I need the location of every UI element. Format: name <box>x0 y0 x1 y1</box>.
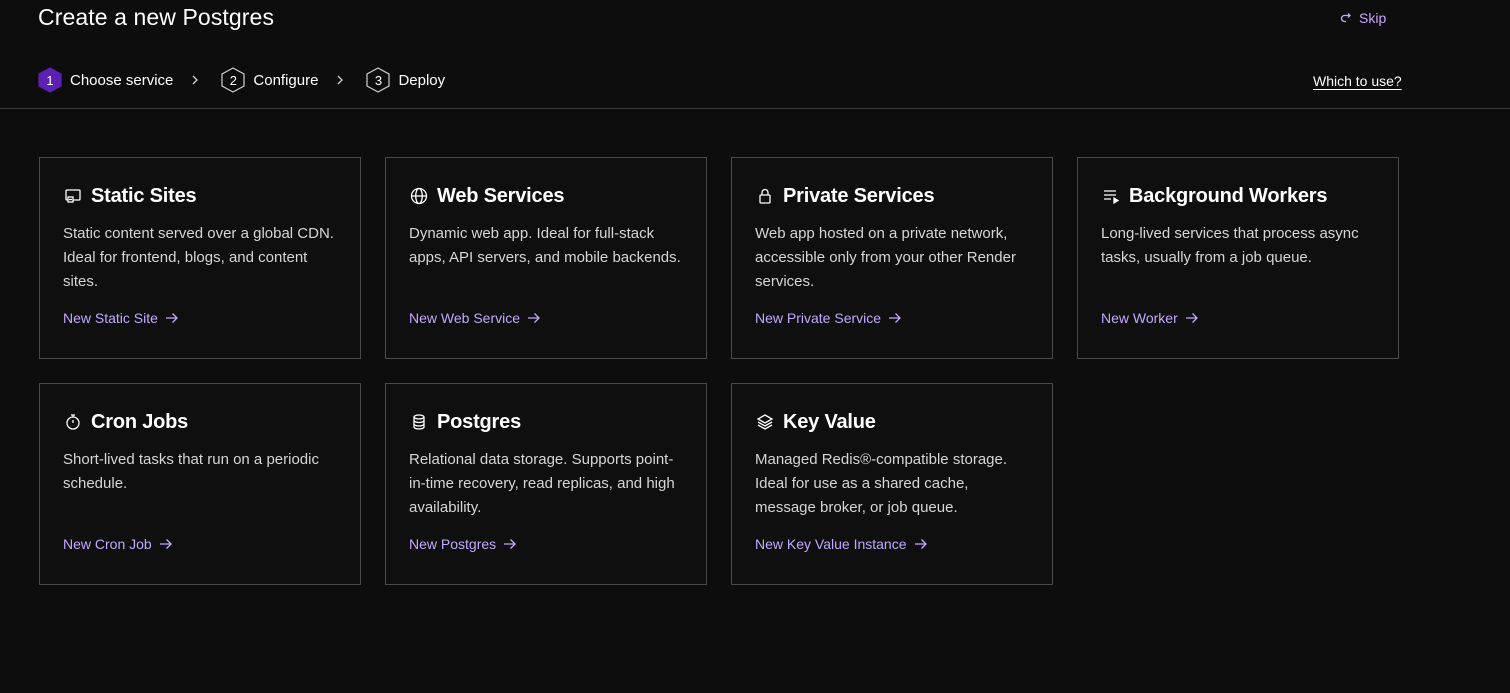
new-postgres-link[interactable]: New Postgres <box>409 536 517 552</box>
static-site-icon <box>65 189 81 203</box>
card-web-services: Web Services Dynamic web app. Ideal for … <box>385 157 707 359</box>
card-link-label: New Private Service <box>755 310 882 326</box>
arrow-right-icon <box>528 313 540 323</box>
card-title: Web Services <box>437 184 565 207</box>
step-choose-service[interactable]: 1 Choose service <box>38 67 173 93</box>
card-link-label: New Worker <box>1101 310 1178 326</box>
step-2-label: Configure <box>253 71 319 89</box>
chevron-right-icon <box>191 74 199 86</box>
arrow-right-icon <box>1185 313 1198 323</box>
card-description: Relational data storage. Supports point-… <box>409 451 675 516</box>
card-static-sites: Static Sites Static content served over … <box>39 157 361 359</box>
step-1-badge: 1 <box>38 67 62 93</box>
new-web-service-link[interactable]: New Web Service <box>409 310 541 326</box>
card-description: Dynamic web app. Ideal for full-stack ap… <box>409 225 681 266</box>
card-title: Private Services <box>783 184 935 207</box>
stopwatch-icon <box>66 414 80 430</box>
stepper: 1 Choose service 2 Configure 3 Deploy <box>38 67 445 93</box>
card-postgres: Postgres Relational data storage. Suppor… <box>385 383 707 585</box>
create-service-page: Create a new Postgres Skip 1 Choose serv… <box>0 0 1510 693</box>
step-3-number: 3 <box>374 72 383 88</box>
card-key-value: Key Value Managed Redis®-compatible stor… <box>731 383 1053 585</box>
arrow-right-icon <box>165 313 178 323</box>
globe-icon <box>410 187 428 205</box>
step-3-label: Deploy <box>398 71 446 89</box>
page-title: Create a new Postgres <box>38 4 275 30</box>
step-2-number: 2 <box>229 72 237 88</box>
new-private-service-link[interactable]: New Private Service <box>755 310 902 326</box>
arrow-right-icon <box>889 313 901 323</box>
card-link-label: New Postgres <box>409 536 497 552</box>
card-description: Web app hosted on a private network, acc… <box>755 225 1016 290</box>
arrow-right-icon <box>159 539 172 549</box>
card-title: Cron Jobs <box>91 410 189 433</box>
chevron-right-icon <box>336 74 344 86</box>
card-title: Static Sites <box>91 184 197 207</box>
new-worker-link[interactable]: New Worker <box>1101 310 1199 326</box>
worker-queue-icon <box>1104 190 1120 205</box>
card-title: Key Value <box>783 410 876 433</box>
card-link-label: New Web Service <box>409 310 521 326</box>
layers-icon <box>756 414 774 430</box>
card-private-services: Private Services Web app hosted on a pri… <box>731 157 1053 359</box>
card-cron-jobs: Cron Jobs Short-lived tasks that run on … <box>39 383 361 585</box>
step-deploy[interactable]: 3 Deploy <box>366 67 445 93</box>
card-background-workers: Background Workers Long-lived services t… <box>1077 157 1399 359</box>
card-link-label: New Key Value Instance <box>755 536 907 552</box>
card-title: Postgres <box>437 410 521 433</box>
step-2-badge: 2 <box>221 67 245 93</box>
card-description: Static content served over a global CDN.… <box>63 225 334 290</box>
card-description: Long-lived services that process async t… <box>1101 225 1359 266</box>
skip-button[interactable]: Skip <box>1339 10 1386 26</box>
arrow-right-icon <box>914 539 927 549</box>
lock-icon <box>759 188 771 204</box>
step-3-badge: 3 <box>366 67 391 93</box>
new-static-site-link[interactable]: New Static Site <box>63 310 179 326</box>
card-title: Background Workers <box>1129 184 1328 207</box>
card-link-label: New Cron Job <box>63 536 152 552</box>
card-description: Managed Redis®-compatible storage. Ideal… <box>755 451 1008 516</box>
skip-label: Skip <box>1359 10 1387 26</box>
new-key-value-instance-link[interactable]: New Key Value Instance <box>755 536 928 552</box>
step-configure[interactable]: 2 Configure <box>221 67 318 93</box>
arrow-right-icon <box>504 539 517 549</box>
header-divider <box>0 108 1510 109</box>
step-1-number: 1 <box>46 72 54 88</box>
which-to-use-link[interactable]: Which to use? <box>1313 73 1402 89</box>
card-description: Short-lived tasks that run on a periodic… <box>63 451 319 492</box>
database-icon <box>413 414 425 430</box>
step-1-label: Choose service <box>70 71 174 89</box>
new-cron-job-link[interactable]: New Cron Job <box>63 536 173 552</box>
card-link-label: New Static Site <box>63 310 158 326</box>
skip-icon <box>1340 13 1351 23</box>
